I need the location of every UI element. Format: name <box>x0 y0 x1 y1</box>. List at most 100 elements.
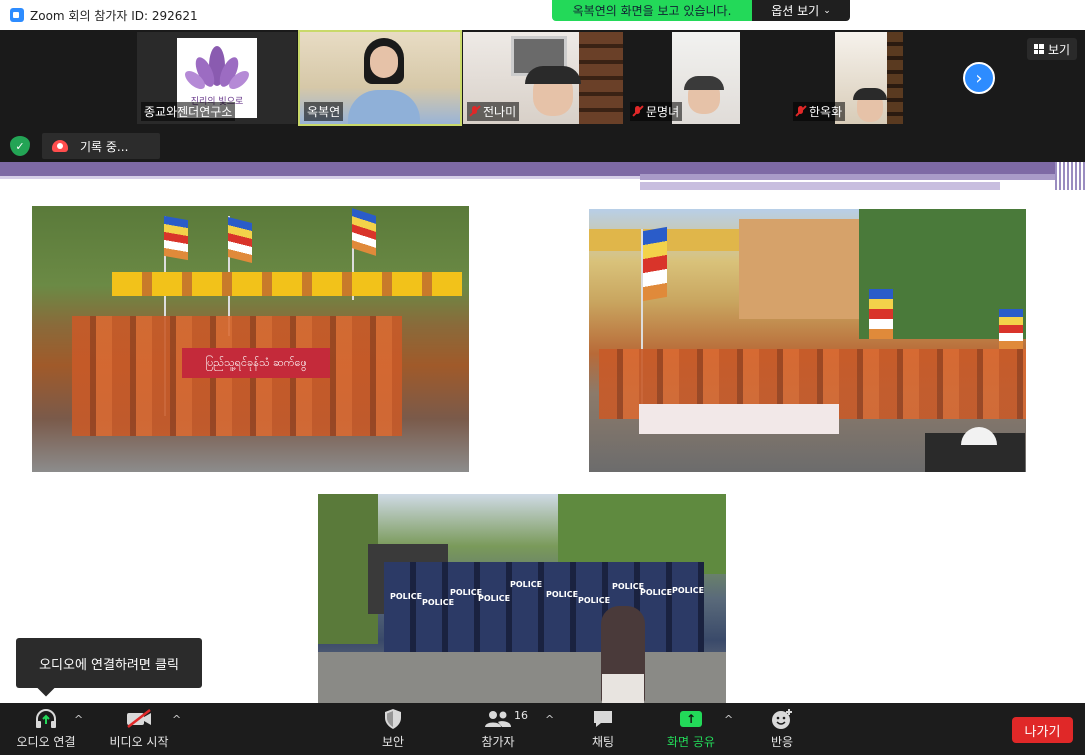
participant-tile-1[interactable]: 옥복연 <box>298 30 462 126</box>
audio-connect-tooltip[interactable]: 오디오에 연결하려면 클릭 <box>16 638 202 688</box>
slide-header-stripe <box>640 182 1000 190</box>
encryption-shield-icon[interactable]: ✓ <box>10 136 30 156</box>
audio-options-caret-icon[interactable]: ^ <box>74 713 83 726</box>
nun-robe <box>602 674 644 703</box>
shared-screen-slide: ပြည်သူ့ရင်ခုန်သံ ဆက်ဖွေ POLICE POLICE PO… <box>0 162 1085 703</box>
security-label: 보안 <box>381 735 405 749</box>
protest-banner: ပြည်သူ့ရင်ခုန်သံ ဆက်ဖွေ <box>182 348 330 378</box>
recording-cloud-icon <box>52 140 68 152</box>
police-shield-label: POLICE <box>510 580 543 589</box>
mic-muted-icon <box>796 105 806 118</box>
leave-label: 나가기 <box>1024 724 1061 740</box>
join-audio-button[interactable]: 오디오 연결 <box>12 703 80 755</box>
shoulder-shape <box>348 90 420 124</box>
view-button-label: 보기 <box>1047 42 1071 57</box>
hair-shape <box>525 66 581 84</box>
chevron-down-icon: ⌄ <box>823 5 831 16</box>
participants-count: 16 <box>514 708 528 722</box>
bookshelf <box>887 32 903 124</box>
buddhist-flag <box>352 208 376 256</box>
share-screen-icon: ↑ <box>680 708 702 730</box>
video-label: 비디오 시작 <box>109 735 169 749</box>
share-options-caret-icon[interactable]: ^ <box>724 713 733 726</box>
buddhist-flag <box>999 309 1023 349</box>
reactions-label: 반응 <box>770 735 794 749</box>
headphones-icon <box>34 708 58 730</box>
face-shape <box>370 46 398 78</box>
next-page-arrow-icon[interactable]: › <box>963 62 995 94</box>
buddhist-flag <box>869 289 893 339</box>
smiley-plus-icon <box>770 708 794 730</box>
buddhist-flag <box>228 217 252 263</box>
slide-header-line <box>0 176 640 179</box>
police-shield-label: POLICE <box>640 588 673 597</box>
police-shield-label: POLICE <box>578 596 611 605</box>
police-shields <box>384 562 704 652</box>
road <box>318 652 726 703</box>
recording-bar: ✓ 기록 중... <box>0 130 1085 162</box>
participant-tile-0[interactable]: 진리의 빛으로 종교와젠더연구소 <box>137 32 297 124</box>
participant-name: 전나미 <box>467 102 520 121</box>
security-button[interactable]: 보안 <box>372 703 414 755</box>
screen-share-banner: 옥복연의 화면을 보고 있습니다. <box>552 0 752 21</box>
participants-icon: 16 <box>484 708 528 730</box>
slide-header-pattern <box>1055 162 1085 190</box>
grid-icon <box>1033 44 1044 54</box>
police-line-photo: POLICE POLICE POLICE POLICE POLICE POLIC… <box>318 494 726 703</box>
share-label: 화면 공유 <box>667 735 715 749</box>
hard-hat <box>961 427 997 445</box>
leave-meeting-button[interactable]: 나가기 <box>1012 717 1073 743</box>
share-screen-button[interactable]: ↑ 화면 공유 <box>660 703 722 755</box>
police-shield-label: POLICE <box>672 586 705 595</box>
participants-label: 참가자 <box>481 735 515 749</box>
share-banner-text: 옥복연의 화면을 보고 있습니다. <box>572 4 732 18</box>
participant-name: 종교와젠더연구소 <box>141 102 236 121</box>
participant-gallery: 진리의 빛으로 종교와젠더연구소 옥복연 전나미 문명녀 한옥화 › 보기 <box>0 30 1085 130</box>
buddhist-flag <box>643 226 667 302</box>
window-title: Zoom 회의 참가자 ID: 292621 <box>30 8 198 23</box>
view-options-label: 옵션 보기 <box>771 4 820 18</box>
shield-icon <box>383 708 403 730</box>
police-shield-label: POLICE <box>422 598 455 607</box>
chat-button[interactable]: 채팅 <box>582 703 624 755</box>
chat-bubble-icon <box>592 708 614 730</box>
hair-shape <box>684 76 724 90</box>
protest-march-photo: ပြည်သူ့ရင်ခုန်သံ ဆက်ဖွေ <box>32 206 469 472</box>
ground-banner <box>639 404 839 434</box>
protest-signs <box>112 272 462 296</box>
meeting-toolbar: 오디오 연결 ^ 비디오 시작 ^ 보안 16 참가자 ^ 채팅 ↑ 화면 공유… <box>0 703 1085 755</box>
start-video-button[interactable]: 비디오 시작 <box>104 703 174 755</box>
police-shield-label: POLICE <box>390 592 423 601</box>
reactions-button[interactable]: 반응 <box>762 703 802 755</box>
police-shield-label: POLICE <box>478 594 511 603</box>
participants-options-caret-icon[interactable]: ^ <box>545 713 554 726</box>
video-off-icon <box>125 708 153 730</box>
sit-in-protest-photo <box>589 209 1026 472</box>
audio-label: 오디오 연결 <box>16 735 76 749</box>
recording-label: 기록 중... <box>80 139 129 154</box>
buddhist-flag <box>164 215 188 261</box>
mic-muted-icon <box>470 105 480 118</box>
participant-tile-3[interactable]: 문명녀 <box>626 32 786 124</box>
title-bar: Zoom 회의 참가자 ID: 292621 <box>0 0 1085 30</box>
colonial-building <box>739 219 859 319</box>
participant-tile-4[interactable]: 한옥화 <box>789 32 949 124</box>
participants-button[interactable]: 16 참가자 <box>472 703 528 755</box>
tooltip-text: 오디오에 연결하려면 클릭 <box>39 657 179 673</box>
video-options-caret-icon[interactable]: ^ <box>172 713 181 726</box>
chat-label: 채팅 <box>591 735 615 749</box>
zoom-logo-icon <box>10 8 24 22</box>
participant-name: 문명녀 <box>630 102 683 121</box>
participant-name: 한옥화 <box>793 102 846 121</box>
slide-header-stripe <box>640 174 1070 180</box>
view-options-button[interactable]: 옵션 보기 ⌄ <box>752 0 850 21</box>
mic-muted-icon <box>633 105 643 118</box>
participant-tile-2[interactable]: 전나미 <box>463 32 623 124</box>
bookshelf <box>579 32 623 124</box>
participant-name: 옥복연 <box>304 102 344 121</box>
view-button[interactable]: 보기 <box>1027 38 1077 60</box>
recording-indicator[interactable]: 기록 중... <box>42 133 160 159</box>
police-shield-label: POLICE <box>546 590 579 599</box>
temple-gate <box>589 229 759 251</box>
hair-shape <box>853 88 887 100</box>
